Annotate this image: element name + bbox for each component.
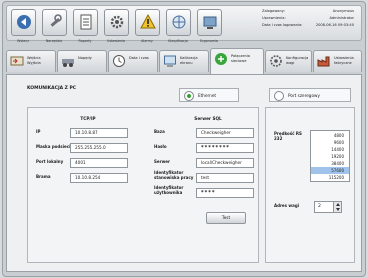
speed-option-selected[interactable]: 57600 [311, 167, 349, 174]
tab-calibration-label: Kalibracja ekranu [180, 56, 198, 65]
tcpip-header: TCP/IP [80, 116, 96, 121]
tab-scale-config-label: Konfiguracja wagi [286, 56, 309, 65]
ethernet-label: Ethernet [198, 93, 217, 98]
tools-label: Narzędzia [45, 39, 63, 43]
reports-icon [80, 14, 91, 30]
password-field[interactable]: ******** [196, 143, 254, 153]
tab-factory-label: Ustawienia fabryczne [334, 56, 354, 65]
role-key: Uprawnienia: [262, 16, 286, 20]
server-field[interactable]: local\Checkweigher [196, 158, 254, 168]
drives-icon [62, 59, 74, 67]
ergonomics-icon [203, 16, 216, 29]
scale-config-icon [270, 55, 282, 67]
user-value: Anonymous [332, 9, 354, 13]
ip-field[interactable]: 10.10.8.87 [70, 128, 128, 138]
ergonomics-label: Ergonomia [200, 39, 218, 43]
tab-drives-label: Napędy [78, 56, 92, 60]
serial-option[interactable]: Port szeregowy [269, 88, 351, 102]
alarm-button[interactable] [135, 9, 160, 36]
alarm-icon [139, 13, 156, 29]
subnet-field[interactable]: 255.255.255.0 [70, 143, 128, 153]
gateway-label: Brama [36, 174, 51, 179]
login-time-value: 2008-06-16 09:03:40 [315, 23, 354, 27]
serial-radio[interactable] [274, 91, 284, 101]
address-value: 2 [318, 204, 321, 209]
subnet-label: Maska podsieci [36, 144, 71, 149]
user-key: Zalogowany: [262, 9, 285, 13]
tab-network-label: Połączenia sieciowe [231, 54, 251, 63]
password-label: Hasło [154, 144, 167, 149]
user-id-field[interactable]: **** [196, 188, 254, 198]
speed-option[interactable]: 4800 [311, 132, 349, 139]
classification-button[interactable] [166, 9, 191, 36]
arrow-down-icon[interactable] [336, 208, 340, 211]
tab-io[interactable]: Wejścia Wyjścia [6, 50, 56, 72]
settings-label: Ustawienia [106, 39, 126, 43]
local-port-label: Port lokalny [36, 159, 64, 164]
tab-bar: Wejścia Wyjścia Napędy Data i czas Kalib… [6, 48, 362, 74]
alarm-label: Alarmy [141, 39, 153, 43]
login-time-key: Data i czas logowania: [262, 23, 303, 27]
serial-group: Prędkość RS 232 4800 9600 14400 19200 38… [265, 107, 355, 263]
tab-network[interactable]: Połączenia sieciowe [210, 48, 264, 74]
settings-icon [110, 15, 123, 29]
tab-drives[interactable]: Napędy [57, 50, 107, 72]
speed-label: Prędkość RS 232 [274, 131, 302, 141]
session-info: Zalogowany: Anonymous Uprawnienia: Admin… [262, 9, 354, 33]
panel-title: KOMUNIKACJA Z PC [27, 86, 77, 91]
speed-option[interactable]: 9600 [311, 139, 349, 146]
arrow-up-icon[interactable] [336, 203, 340, 206]
back-button[interactable] [11, 9, 36, 36]
address-stepper[interactable]: 2 [314, 201, 342, 213]
server-label: Serwer [154, 159, 170, 164]
db-field[interactable]: Checkweigher [196, 128, 254, 138]
speed-list[interactable]: 4800 9600 14400 19200 38400 57600 115200 [310, 130, 350, 182]
stepper-arrows[interactable] [333, 202, 341, 212]
ip-label: IP [36, 129, 41, 134]
db-label: Baza [154, 129, 165, 134]
tab-io-label: Wejścia Wyjścia [27, 56, 41, 65]
serial-label: Port szeregowy [288, 93, 320, 98]
user-id-label: Identyfikator użytkownika [154, 185, 184, 195]
factory-icon [317, 56, 330, 67]
io-icon [10, 56, 24, 66]
workstation-id-label: Identyfikator stanowiska pracy [154, 170, 194, 180]
ethernet-group: TCP/IP Serwer SQL IP 10.10.8.87 Maska po… [27, 107, 259, 263]
tab-scale-config[interactable]: Konfiguracja wagi [265, 50, 312, 72]
ethernet-option[interactable]: Ethernet [179, 88, 239, 102]
gateway-field[interactable]: 10.10.8.254 [70, 173, 128, 183]
address-label: Adres wagi [274, 203, 300, 208]
speed-option[interactable]: 115200 [311, 174, 349, 181]
ethernet-radio[interactable] [184, 91, 194, 101]
ergonomics-button[interactable] [197, 9, 222, 36]
test-button[interactable]: Test [206, 212, 246, 224]
tools-icon [50, 14, 62, 27]
network-panel: KOMUNIKACJA Z PC Ethernet Port szeregowy… [6, 74, 362, 272]
classification-label: Klasyfikacja [168, 39, 188, 43]
speed-option[interactable]: 19200 [311, 153, 349, 160]
tools-button[interactable] [42, 9, 67, 36]
sql-header: Serwer SQL [194, 116, 222, 121]
speed-option[interactable]: 38400 [311, 160, 349, 167]
back-label: Wstecz [17, 39, 29, 43]
reports-button[interactable] [73, 9, 98, 36]
tab-calibration[interactable]: Kalibracja ekranu [159, 50, 209, 72]
role-value: Administrator [329, 16, 355, 20]
clock-icon [113, 55, 125, 67]
classification-icon [172, 15, 185, 29]
back-icon [16, 15, 31, 29]
settings-button[interactable] [104, 9, 129, 36]
tab-datetime-label: Data i czas [129, 56, 149, 60]
local-port-field[interactable]: 4001 [70, 158, 128, 168]
reports-label: Raporty [78, 39, 92, 43]
calibration-icon [164, 55, 176, 67]
speed-option[interactable]: 14400 [311, 146, 349, 153]
network-icon [215, 53, 227, 65]
tab-datetime[interactable]: Data i czas [108, 50, 158, 72]
tab-factory[interactable]: Ustawienia fabryczne [313, 50, 362, 72]
workstation-id-field[interactable]: test [196, 173, 254, 183]
